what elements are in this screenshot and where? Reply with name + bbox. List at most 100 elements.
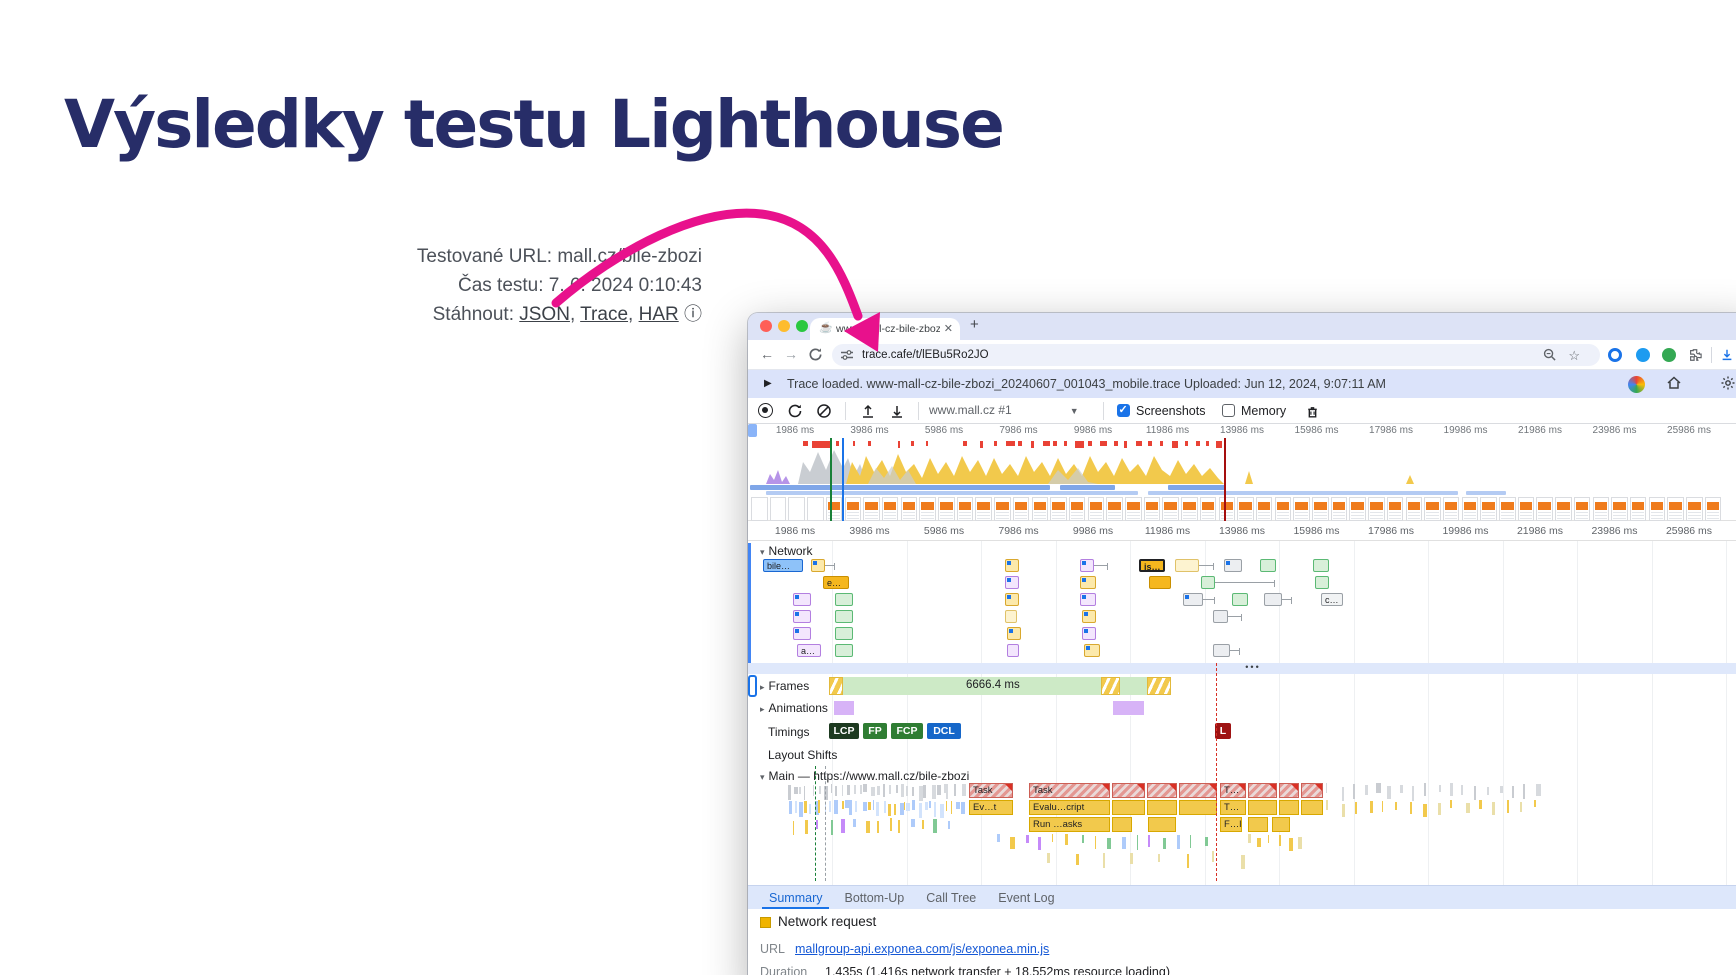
main-task-block[interactable] <box>1147 783 1177 798</box>
network-event[interactable] <box>835 627 853 640</box>
filmstrip-frame[interactable] <box>1574 497 1591 521</box>
main-task-block[interactable] <box>1248 783 1277 798</box>
network-event[interactable] <box>1264 593 1282 606</box>
filmstrip-frame[interactable] <box>1499 497 1516 521</box>
network-event[interactable] <box>1007 644 1019 657</box>
filmstrip-frame[interactable] <box>751 497 768 521</box>
frames-section-header[interactable]: ▸Frames <box>760 679 809 693</box>
filmstrip-frame[interactable] <box>1387 497 1404 521</box>
network-event[interactable]: js… <box>1139 559 1165 572</box>
network-event[interactable] <box>1080 576 1096 589</box>
network-event[interactable] <box>793 627 811 640</box>
filmstrip-frame[interactable] <box>1106 497 1123 521</box>
filmstrip-frame[interactable] <box>1219 497 1236 521</box>
filmstrip-frame[interactable] <box>1349 497 1366 521</box>
main-task-block[interactable]: T… <box>1220 783 1246 798</box>
filmstrip-frame[interactable] <box>1424 497 1441 521</box>
target-selector[interactable]: www.mall.cz #1▼ <box>929 403 1079 417</box>
network-event[interactable] <box>1005 559 1019 572</box>
main-script-block[interactable]: F…l <box>1220 817 1242 832</box>
filmstrip-frame[interactable] <box>1237 497 1254 521</box>
zoom-icon[interactable] <box>1543 348 1556 361</box>
network-event[interactable] <box>1007 627 1021 640</box>
main-script-block[interactable] <box>1279 800 1299 815</box>
main-script-block[interactable] <box>1112 800 1145 815</box>
url-text[interactable]: trace.cafe/t/lEBu5Ro2JO <box>862 344 989 366</box>
filmstrip-frame[interactable] <box>1536 497 1553 521</box>
network-event[interactable] <box>793 610 811 623</box>
gear-icon[interactable] <box>1720 375 1736 391</box>
tab-call-tree[interactable]: Call Tree <box>915 886 987 909</box>
main-task-block[interactable]: Task <box>1029 783 1110 798</box>
download-har-link[interactable]: HAR <box>639 304 679 325</box>
partially-presented-frame[interactable] <box>1147 677 1171 695</box>
extension-blue-icon[interactable] <box>1636 348 1650 362</box>
filmstrip-frame[interactable] <box>994 497 1011 521</box>
filmstrip-frame[interactable] <box>1331 497 1348 521</box>
filmstrip-frame[interactable] <box>1256 497 1273 521</box>
animation-block[interactable] <box>833 700 855 716</box>
network-event[interactable] <box>1313 559 1329 572</box>
filmstrip-frame[interactable] <box>901 497 918 521</box>
extension-1password-icon[interactable] <box>1608 348 1622 362</box>
address-bar[interactable]: trace.cafe/t/lEBu5Ro2JO ☆ <box>832 344 1600 366</box>
forward-icon[interactable]: → <box>784 346 798 362</box>
main-script-block[interactable] <box>1148 817 1176 832</box>
macos-close-button[interactable] <box>760 320 772 332</box>
timeline-overview[interactable]: 1986 ms3986 ms5986 ms7986 ms9986 ms11986… <box>748 424 1736 521</box>
filmstrip-frame[interactable] <box>1443 497 1460 521</box>
filmstrip-frame[interactable] <box>882 497 899 521</box>
reload-icon[interactable] <box>808 347 823 362</box>
timing-badge-lcp[interactable]: LCP <box>829 723 859 739</box>
filmstrip-frame[interactable] <box>1667 497 1684 521</box>
network-event[interactable] <box>835 593 853 606</box>
filmstrip-frame[interactable] <box>788 497 805 521</box>
filmstrip-frame[interactable] <box>1275 497 1292 521</box>
save-profile-icon[interactable] <box>889 403 905 419</box>
network-event[interactable] <box>811 559 825 572</box>
downloads-icon[interactable] <box>1720 348 1734 362</box>
main-script-block[interactable]: Ev…t <box>969 800 1013 815</box>
main-section-header[interactable]: ▾Main — https://www.mall.cz/bile-zbozi <box>760 769 969 783</box>
network-event[interactable] <box>1224 559 1242 572</box>
filmstrip-frame[interactable] <box>975 497 992 521</box>
tab-close-icon[interactable]: ✕ <box>944 318 953 340</box>
filmstrip-frame[interactable] <box>1293 497 1310 521</box>
network-event[interactable] <box>1149 576 1171 589</box>
macos-zoom-button[interactable] <box>796 320 808 332</box>
filmstrip-frame[interactable] <box>1686 497 1703 521</box>
network-event[interactable]: c… <box>1321 593 1343 606</box>
animation-block[interactable] <box>1112 700 1145 716</box>
network-event[interactable] <box>1232 593 1248 606</box>
trace-cafe-globe-icon[interactable] <box>1628 376 1645 393</box>
filmstrip-frame[interactable] <box>1032 497 1049 521</box>
bookmark-star-icon[interactable]: ☆ <box>1568 345 1580 367</box>
play-icon[interactable]: ▶ <box>764 370 772 398</box>
tab-bottom-up[interactable]: Bottom-Up <box>833 886 915 909</box>
main-task-block[interactable] <box>1279 783 1299 798</box>
network-event[interactable] <box>1175 559 1199 572</box>
main-task-block[interactable] <box>1112 783 1145 798</box>
back-icon[interactable]: ← <box>760 346 774 362</box>
filmstrip-frame[interactable] <box>1611 497 1628 521</box>
network-event[interactable] <box>1260 559 1276 572</box>
network-section-header[interactable]: ▾Network <box>760 544 813 558</box>
site-settings-icon[interactable] <box>841 349 853 361</box>
network-event[interactable] <box>1080 559 1094 572</box>
filmstrip-frame[interactable] <box>1462 497 1479 521</box>
tab-summary[interactable]: Summary <box>758 886 833 909</box>
filmstrip-frame[interactable] <box>1125 497 1142 521</box>
filmstrip-frame[interactable] <box>1088 497 1105 521</box>
filmstrip-frame[interactable] <box>1144 497 1161 521</box>
network-show-more[interactable]: ••• <box>748 663 1736 674</box>
network-event[interactable] <box>1315 576 1329 589</box>
network-event[interactable] <box>1005 593 1019 606</box>
request-url-link[interactable]: mallgroup-api.exponea.com/js/exponea.min… <box>795 942 1049 956</box>
network-event[interactable] <box>1005 576 1019 589</box>
network-event[interactable] <box>1213 644 1230 657</box>
network-event[interactable] <box>835 644 853 657</box>
main-script-block[interactable] <box>1272 817 1290 832</box>
filmstrip-frame[interactable] <box>1050 497 1067 521</box>
filmstrip-frame[interactable] <box>957 497 974 521</box>
filmstrip-frame[interactable] <box>863 497 880 521</box>
